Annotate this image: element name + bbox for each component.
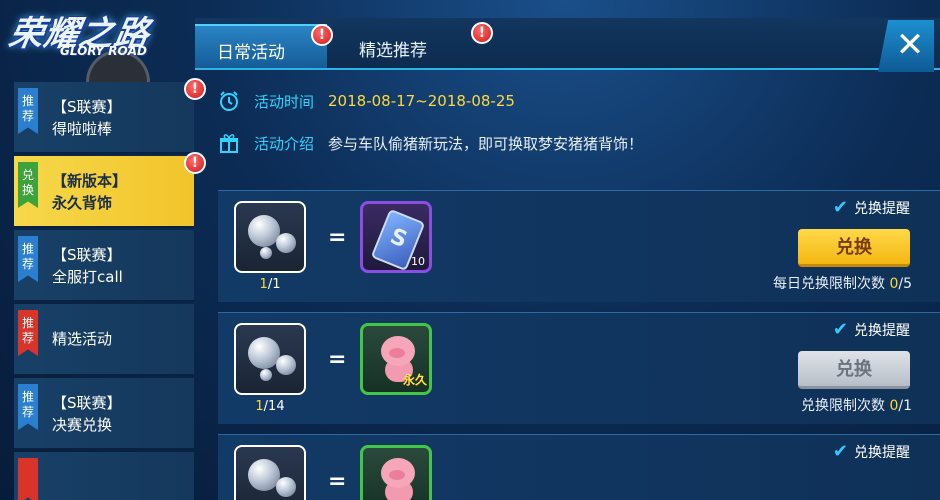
tab-featured[interactable]: 精选推荐 ! (337, 22, 493, 68)
sidebar-item-s-league-call[interactable]: 推荐 【S联赛】 全服打call (14, 230, 194, 302)
bubble-item-slot[interactable] (234, 201, 306, 273)
sidebar-item-label: 【S联赛】 全服打call (52, 244, 123, 288)
item-count: 1/1 (259, 277, 281, 292)
reward-card-slot[interactable]: 10 (360, 201, 432, 273)
equals-sign: = (328, 225, 347, 250)
pig-accessory-icon (377, 456, 419, 500)
activity-time-row: 活动时间 2018-08-17~2018-08-25 (218, 88, 515, 114)
reminder-label: 兑换提醒 (854, 200, 910, 217)
bubble-item-slot[interactable] (234, 445, 306, 500)
reward-pig-slot[interactable]: 永久 (360, 323, 432, 395)
recommend-tag: 推荐 (18, 384, 38, 430)
tab-daily-activity[interactable]: 日常活动 ! (195, 24, 333, 68)
reminder-label: 兑换提醒 (854, 322, 910, 339)
sidebar-item-featured-activity[interactable]: 推荐 精选活动 (14, 304, 194, 376)
exchange-button-disabled[interactable]: 兑换 (798, 351, 910, 389)
exchange-limit: 每日兑换限制次数 0/5 (773, 276, 912, 292)
alarm-clock-icon (220, 91, 238, 111)
reminder-label: 兑换提醒 (854, 444, 910, 461)
equals-sign: = (328, 469, 347, 494)
exchange-reminder-toggle[interactable]: ✔ 兑换提醒 (833, 197, 910, 218)
sidebar-item-line2: 决赛兑换 (52, 416, 113, 434)
permanent-badge: 永久 (402, 373, 427, 387)
logo-subtitle: GLORY ROAD (60, 44, 147, 58)
exchange-button[interactable]: 兑换 (798, 229, 910, 267)
alert-icon: ! (184, 78, 206, 100)
sidebar-item-line2: 得啦啦棒 (52, 120, 113, 138)
checkmark-icon: ✔ (832, 319, 848, 340)
exchange-limit: 兑换限制次数 0/1 (801, 398, 912, 414)
sidebar-item-label: 精选活动 (52, 328, 112, 350)
equals-sign: = (328, 347, 347, 372)
activity-time-value: 2018-08-17~2018-08-25 (328, 92, 515, 110)
alert-icon: ! (471, 22, 493, 44)
tab-label: 精选推荐 (359, 41, 427, 61)
sidebar-item-s-league-finals[interactable]: 推荐 【S联赛】 决赛兑换 (14, 378, 194, 450)
sidebar-item-partial[interactable] (14, 452, 194, 500)
glory-road-logo: 荣耀之路 GLORY ROAD (0, 0, 200, 82)
sidebar-item-label: 【S联赛】 得啦啦棒 (52, 96, 122, 140)
reward-quantity: 10 (411, 255, 425, 268)
sidebar-item-line1: 【S联赛】 (52, 98, 122, 116)
sidebar-item-line2: 永久背饰 (52, 194, 113, 212)
exchange-tag: 兑换 (18, 162, 38, 208)
alert-icon: ! (311, 24, 333, 46)
sidebar: 推荐 【S联赛】 得啦啦棒 ! 兑换 【新版本】 永久背饰 ! 推荐 【S联赛】… (14, 78, 206, 500)
exchange-card: = ✔ 兑换提醒 (218, 434, 940, 500)
recommend-tag: 推荐 (18, 310, 38, 356)
recommend-tag: 推荐 (18, 88, 38, 134)
checkmark-icon: ✔ (832, 197, 848, 218)
sidebar-item-line1: 【新版本】 (52, 172, 128, 190)
gift-icon (220, 134, 238, 153)
sidebar-item-label: 【S联赛】 决赛兑换 (52, 392, 122, 436)
tab-label: 日常活动 (217, 43, 285, 63)
exchange-card: 1/1 = 10 ✔ 兑换提醒 兑换 每日兑换限制次数 0/5 (218, 190, 940, 302)
sidebar-item-new-version[interactable]: 兑换 【新版本】 永久背饰 ! (14, 152, 206, 228)
sidebar-item-line2: 全服打call (52, 268, 123, 286)
exchange-reminder-toggle[interactable]: ✔ 兑换提醒 (833, 319, 910, 340)
exchange-card: 1/14 = 永久 ✔ 兑换提醒 兑换 兑换限制次数 0/1 (218, 312, 940, 424)
tab-bar: 日常活动 ! 精选推荐 ! (195, 18, 940, 70)
activity-time-label: 活动时间 (254, 92, 315, 111)
recommend-tag (18, 458, 38, 500)
activity-desc-row: 活动介绍 参与车队偷猪新玩法，即可换取梦安猪猪背饰！ (218, 130, 643, 156)
item-count: 1/14 (255, 399, 285, 414)
sidebar-item-line1: 【S联赛】 (52, 246, 122, 264)
activity-desc-value: 参与车队偷猪新玩法，即可换取梦安猪猪背饰！ (328, 134, 644, 153)
reward-pig-slot[interactable] (360, 445, 432, 500)
alert-icon: ! (184, 152, 206, 174)
bubble-item-slot[interactable] (234, 323, 306, 395)
recommend-tag: 推荐 (18, 236, 38, 282)
sidebar-item-label: 【新版本】 永久背饰 (52, 170, 127, 214)
sidebar-item-s-league-cheer[interactable]: 推荐 【S联赛】 得啦啦棒 ! (14, 78, 206, 154)
exchange-reminder-toggle[interactable]: ✔ 兑换提醒 (833, 441, 910, 462)
sidebar-item-line1: 【S联赛】 (52, 394, 122, 412)
checkmark-icon: ✔ (832, 441, 848, 462)
sidebar-item-line1: 精选活动 (52, 330, 113, 348)
activity-desc-label: 活动介绍 (254, 134, 315, 153)
